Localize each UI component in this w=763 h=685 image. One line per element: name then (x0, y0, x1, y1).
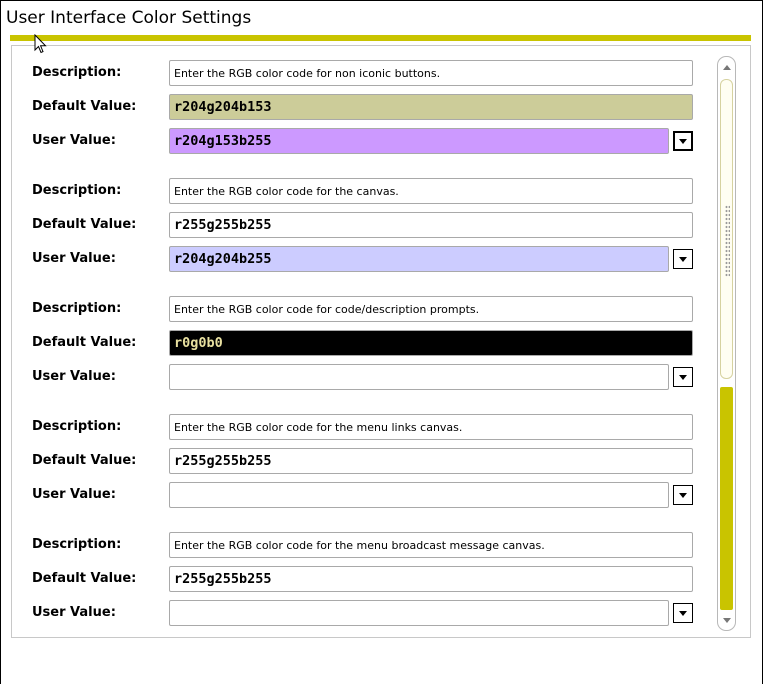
description-field[interactable]: Enter the RGB color code for the canvas. (169, 178, 693, 204)
description-label: Description: (32, 65, 122, 80)
vertical-scrollbar[interactable] (717, 56, 736, 631)
default-value-field[interactable]: r255g255b255 (169, 566, 693, 592)
default-label: Default Value: (32, 571, 137, 586)
description-label: Description: (32, 183, 122, 198)
dropdown-arrow (679, 492, 687, 498)
dropdown-arrow (679, 138, 687, 144)
chevron-down-icon[interactable] (673, 485, 693, 505)
description-field[interactable]: Enter the RGB color code for the menu br… (169, 532, 693, 558)
title-underline-bar (10, 35, 751, 41)
user-value-input[interactable] (169, 482, 669, 508)
user-label: User Value: (32, 369, 116, 384)
dropdown-arrow (679, 374, 687, 380)
dropdown-arrow (679, 610, 687, 616)
user-value-input[interactable] (169, 364, 669, 390)
description-label: Description: (32, 301, 122, 316)
scroll-down-arrow-icon[interactable] (718, 610, 735, 630)
default-label: Default Value: (32, 335, 137, 350)
chevron-down-icon[interactable] (673, 131, 693, 151)
settings-panel: Description: Enter the RGB color code for… (11, 45, 751, 638)
chevron-down-icon[interactable] (673, 603, 693, 623)
default-value-field[interactable]: r0g0b0 (169, 330, 693, 356)
scrollbar-track[interactable] (720, 387, 733, 610)
user-value-input[interactable]: r204g153b255 (169, 128, 669, 154)
default-label: Default Value: (32, 99, 137, 114)
scroll-up-arrow-icon[interactable] (718, 57, 735, 77)
dropdown-arrow (679, 256, 687, 262)
default-label: Default Value: (32, 217, 137, 232)
scrollbar-grip (725, 205, 730, 277)
description-field[interactable]: Enter the RGB color code for non iconic … (169, 60, 693, 86)
user-value-input[interactable]: r204g204b255 (169, 246, 669, 272)
user-label: User Value: (32, 133, 116, 148)
default-value-field[interactable]: r255g255b255 (169, 448, 693, 474)
chevron-down-icon[interactable] (673, 367, 693, 387)
default-value-field[interactable]: r255g255b255 (169, 212, 693, 238)
scrollbar-thumb[interactable] (720, 79, 733, 379)
description-label: Description: (32, 419, 122, 434)
user-label: User Value: (32, 605, 116, 620)
user-value-input[interactable] (169, 600, 669, 626)
default-label: Default Value: (32, 453, 137, 468)
default-value-field[interactable]: r204g204b153 (169, 94, 693, 120)
mouse-pointer-icon (34, 34, 47, 54)
chevron-down-icon[interactable] (673, 249, 693, 269)
description-label: Description: (32, 537, 122, 552)
user-label: User Value: (32, 487, 116, 502)
user-label: User Value: (32, 251, 116, 266)
description-field[interactable]: Enter the RGB color code for the menu li… (169, 414, 693, 440)
page-title: User Interface Color Settings (6, 8, 252, 28)
description-field[interactable]: Enter the RGB color code for code/descri… (169, 296, 693, 322)
